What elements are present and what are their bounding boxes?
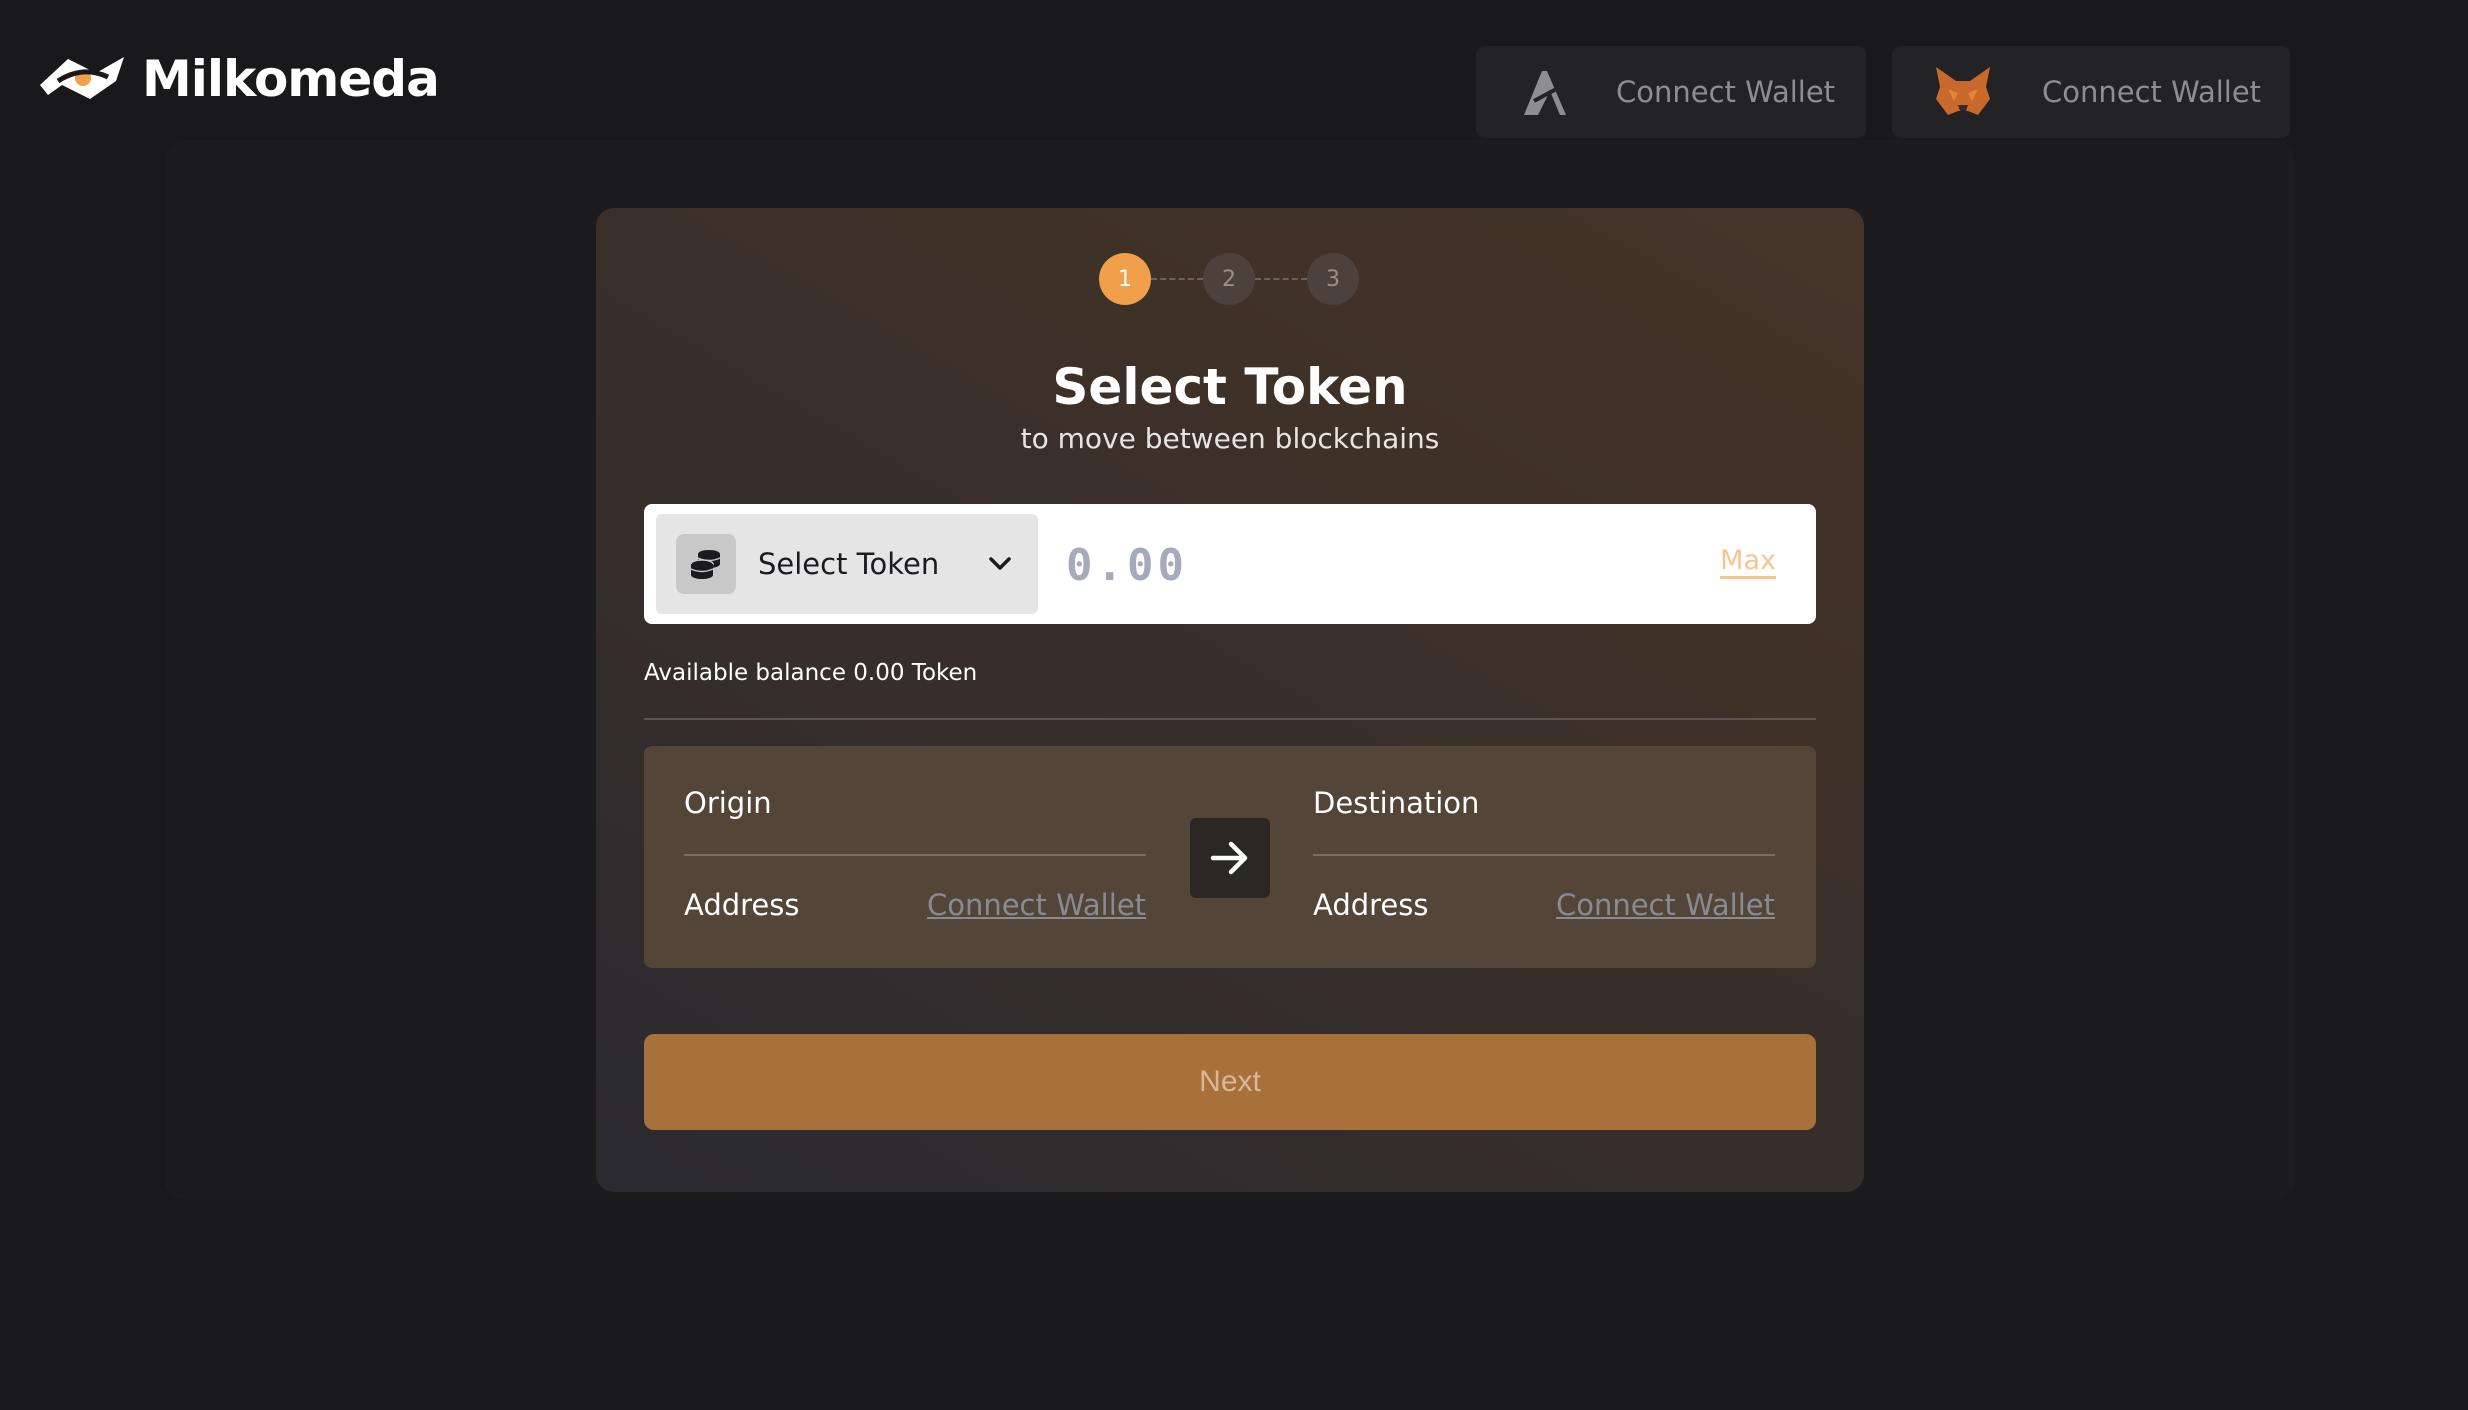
- step-connector: [1255, 278, 1307, 280]
- connect-algorand-wallet-button[interactable]: Connect Wallet: [1476, 46, 1866, 138]
- next-button[interactable]: Next: [644, 1034, 1816, 1130]
- arrow-right-icon: [1210, 841, 1248, 875]
- amount-input[interactable]: [1064, 524, 1668, 606]
- token-amount-row: Select Token Max: [644, 504, 1816, 624]
- connect-wallet-label: Connect Wallet: [1616, 75, 1836, 109]
- divider: [644, 718, 1816, 720]
- divider: [684, 854, 1146, 856]
- select-token-dropdown[interactable]: Select Token: [656, 514, 1038, 614]
- origin-label: Origin: [684, 786, 772, 820]
- origin-address-label: Address: [684, 888, 800, 922]
- milkomeda-logo-icon: [40, 57, 124, 99]
- algorand-icon: [1524, 71, 1566, 115]
- bridge-card: 1 2 3 Select Token to move between block…: [596, 208, 1864, 1192]
- origin-section: Origin Address Connect Wallet: [684, 746, 1146, 968]
- page-subtitle: to move between blockchains: [1020, 422, 1440, 455]
- logo-text: Milkomeda: [142, 50, 440, 108]
- page-title: Select Token: [1052, 358, 1408, 416]
- stepper: 1 2 3: [1099, 253, 1359, 305]
- select-token-label: Select Token: [758, 547, 940, 581]
- origin-destination-box: Origin Address Connect Wallet Destinatio…: [644, 746, 1816, 968]
- metamask-fox-icon: [1936, 67, 1990, 115]
- connect-wallet-label: Connect Wallet: [2042, 75, 2262, 109]
- destination-connect-wallet-link[interactable]: Connect Wallet: [1556, 888, 1775, 922]
- origin-connect-wallet-link[interactable]: Connect Wallet: [927, 888, 1146, 922]
- max-button[interactable]: Max: [1720, 546, 1776, 579]
- destination-address-label: Address: [1313, 888, 1429, 922]
- destination-section: Destination Address Connect Wallet: [1313, 746, 1775, 968]
- chevron-down-icon: [989, 557, 1011, 570]
- milkomeda-logo[interactable]: Milkomeda: [38, 50, 440, 108]
- step-connector: [1151, 278, 1203, 280]
- step-3: 3: [1307, 253, 1359, 305]
- step-1: 1: [1099, 253, 1151, 305]
- coins-stack-icon: [690, 550, 721, 579]
- available-balance: Available balance 0.00 Token: [644, 660, 978, 686]
- step-2: 2: [1203, 253, 1255, 305]
- direction-arrow-button[interactable]: [1190, 818, 1270, 898]
- destination-label: Destination: [1313, 786, 1480, 820]
- token-icon-box: [676, 534, 736, 594]
- connect-metamask-wallet-button[interactable]: Connect Wallet: [1892, 46, 2290, 138]
- divider: [1313, 854, 1775, 856]
